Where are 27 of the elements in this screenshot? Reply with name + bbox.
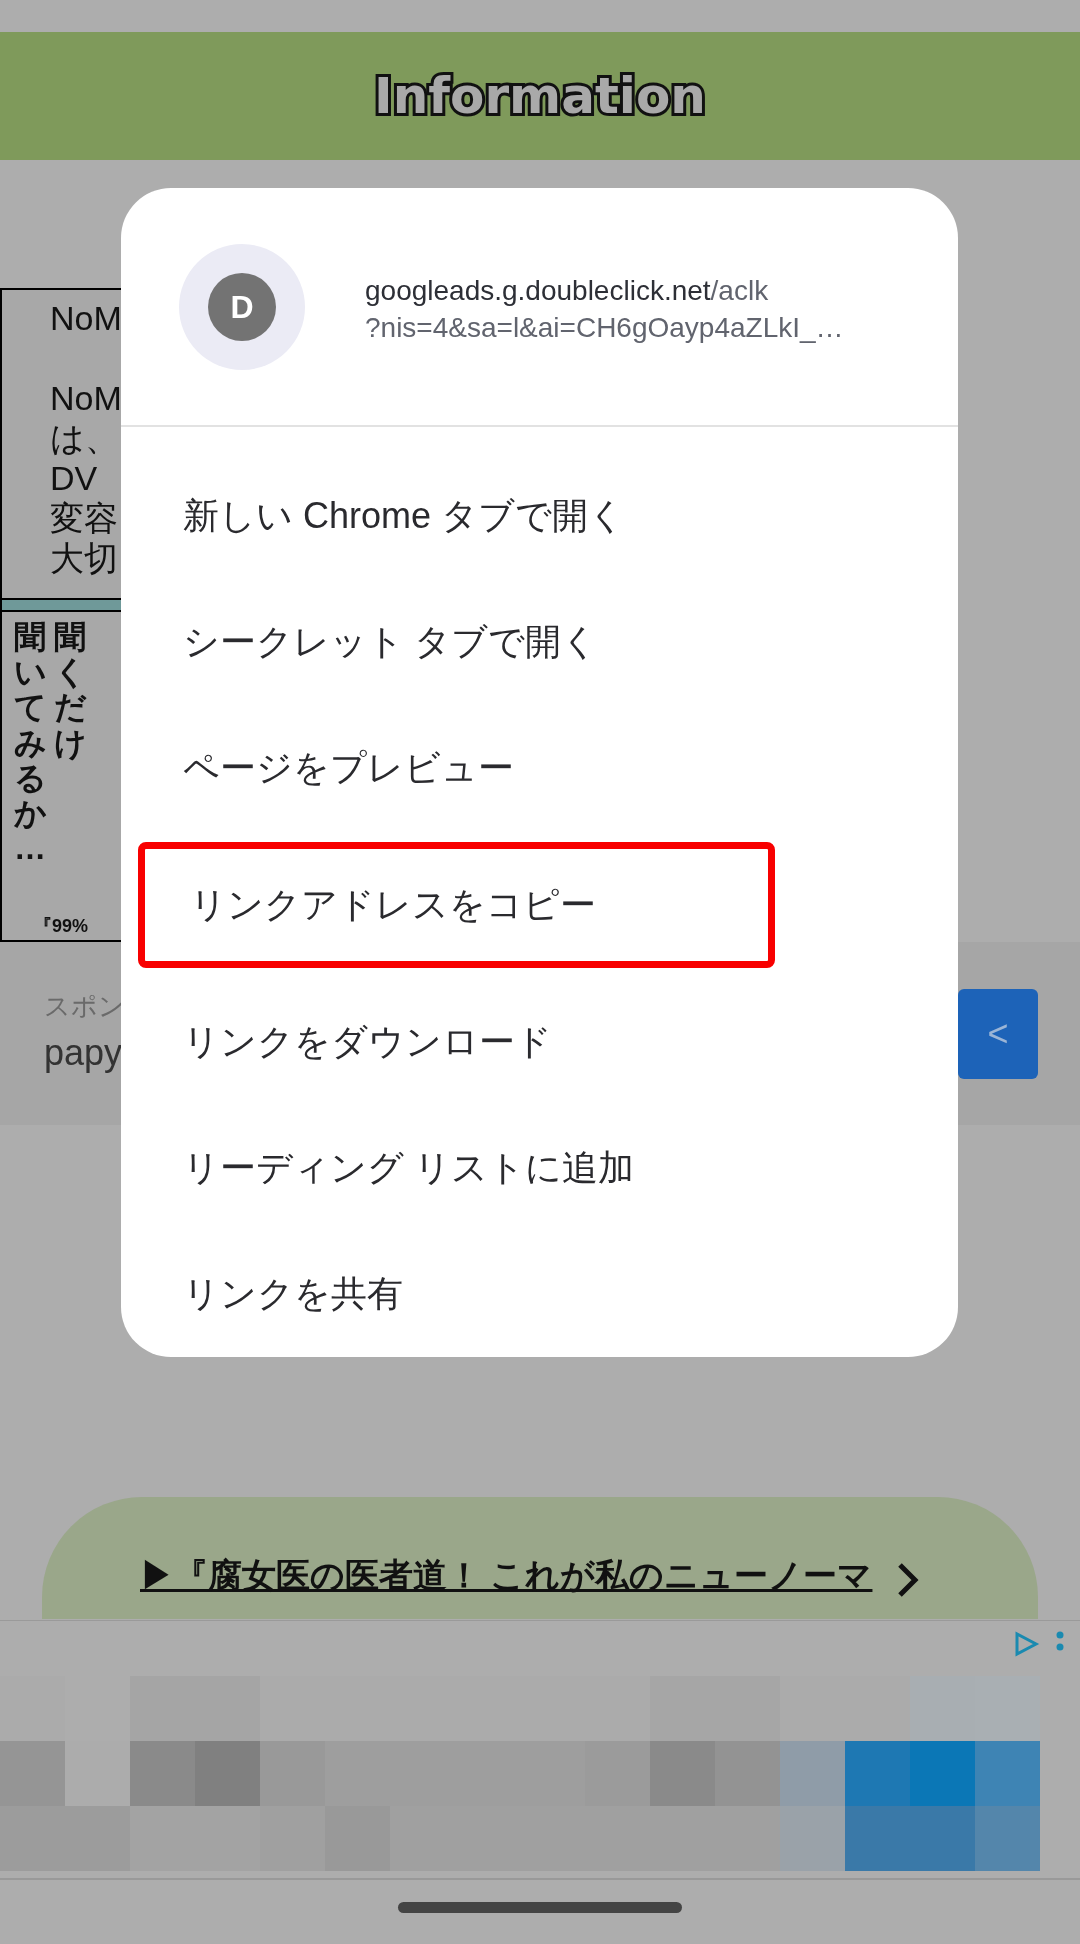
vertical-text: 聞いてみるか… xyxy=(14,620,46,867)
manga-text: NoM xyxy=(50,298,123,338)
vertical-text: 聞くだけ xyxy=(54,620,86,761)
menu-item[interactable]: シークレット タブで開く xyxy=(138,579,775,705)
sponsor-name: papy xyxy=(44,1031,124,1075)
manga-caption: 『99% xyxy=(34,915,89,938)
menu-item[interactable]: リンクを共有 xyxy=(138,1231,775,1357)
manga-text: DV xyxy=(50,458,99,498)
menu-item[interactable]: リンクをダウンロード xyxy=(138,979,775,1105)
ad-choices-icon[interactable] xyxy=(1014,1631,1040,1657)
link-query: ?nis=4&sa=l&ai=CH6gOayp4aZLkI_… xyxy=(365,310,844,345)
manga-text: 大切 xyxy=(50,538,119,578)
home-indicator[interactable] xyxy=(398,1902,682,1913)
avatar-letter: D xyxy=(208,272,276,341)
chevron-right-icon xyxy=(896,1561,921,1599)
menu-item[interactable]: ページをプレビュー xyxy=(138,705,775,831)
menu-item[interactable]: リーディング リストに追加 xyxy=(138,1105,775,1231)
page-title: Information xyxy=(374,65,706,127)
manga-text: 変容 xyxy=(50,498,119,538)
menu-item[interactable]: リンクアドレスをコピー xyxy=(138,842,775,968)
promo-button[interactable]: ▶『腐女医の医者道！ これが私のニューノーマ xyxy=(42,1497,1038,1619)
menu-item[interactable]: 新しい Chrome タブで開く xyxy=(138,453,775,579)
manga-text: NoM xyxy=(50,378,123,418)
sponsored-label: スポン xyxy=(44,990,125,1023)
promo-link[interactable]: ▶『腐女医の医者道！ これが私のニューノーマ xyxy=(140,1549,873,1601)
manga-text: は、 xyxy=(50,418,120,458)
link-url: googleads.g.doubleclick.net/aclk xyxy=(365,273,770,308)
